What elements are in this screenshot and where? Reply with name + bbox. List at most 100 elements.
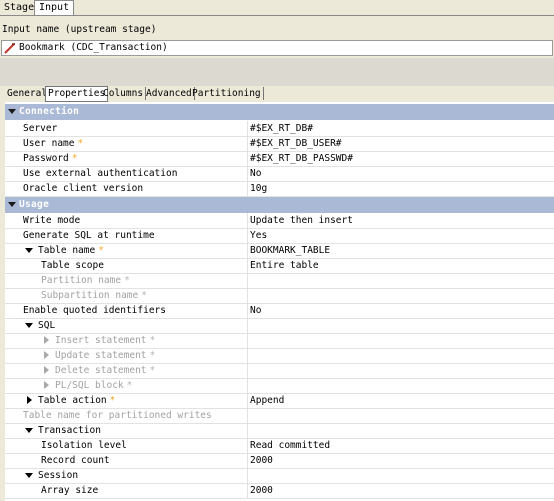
row-table-name[interactable]: Table name * BOOKMARK_TABLE bbox=[5, 243, 554, 259]
row-array-size[interactable]: Array size 2000 bbox=[5, 483, 554, 499]
required-marker: * bbox=[126, 380, 133, 391]
property-value[interactable]: Update then insert bbox=[250, 215, 353, 226]
property-label: Use external authentication bbox=[23, 168, 178, 179]
tab-advanced[interactable]: Advanced bbox=[144, 87, 195, 100]
property-label: Delete statement bbox=[55, 365, 147, 376]
section-title: Usage bbox=[19, 199, 50, 210]
property-value[interactable]: #$EX_RT_DB# bbox=[250, 123, 313, 134]
row-user-name[interactable]: User name * #$EX_RT_DB_USER# bbox=[5, 136, 554, 152]
stage-input-tabs: Stage Input bbox=[0, 0, 554, 16]
row-insert-statement: Insert statement * bbox=[5, 333, 554, 349]
section-usage[interactable]: Usage bbox=[5, 197, 554, 213]
row-sql[interactable]: SQL bbox=[5, 318, 554, 334]
input-name-label: Input name (upstream stage) bbox=[2, 24, 157, 35]
required-marker: * bbox=[141, 290, 147, 301]
property-label: Write mode bbox=[23, 215, 81, 226]
tab-stage[interactable]: Stage bbox=[0, 1, 38, 15]
row-write-mode[interactable]: Write mode Update then insert bbox=[5, 213, 554, 229]
required-marker: * bbox=[149, 335, 156, 346]
row-session[interactable]: Session bbox=[5, 468, 554, 484]
property-label: Password bbox=[23, 153, 69, 164]
row-subpartition-name: Subpartition name * bbox=[5, 288, 554, 304]
section-connection[interactable]: Connection bbox=[5, 104, 554, 120]
required-marker: * bbox=[71, 153, 78, 164]
property-label: Server bbox=[23, 123, 58, 134]
required-marker: * bbox=[149, 350, 156, 361]
property-label: Record count bbox=[41, 455, 110, 466]
expand-icon[interactable] bbox=[25, 473, 33, 478]
row-plsql-block: PL/SQL block * bbox=[5, 378, 554, 394]
spacer-band bbox=[0, 58, 554, 86]
property-label: Table name bbox=[38, 245, 96, 256]
expand-icon[interactable] bbox=[25, 323, 33, 328]
required-marker: * bbox=[109, 395, 116, 406]
property-label: Array size bbox=[41, 485, 99, 496]
required-marker: * bbox=[77, 138, 84, 149]
collapse-icon bbox=[8, 202, 16, 207]
row-table-scope[interactable]: Table scope Entire table bbox=[5, 258, 554, 274]
tab-divider bbox=[0, 15, 554, 16]
row-server[interactable]: Server #$EX_RT_DB# bbox=[5, 121, 554, 137]
tab-partitioning[interactable]: Partitioning bbox=[190, 87, 264, 100]
required-marker: * bbox=[124, 275, 130, 286]
property-label: Table scope bbox=[41, 260, 104, 271]
row-transaction[interactable]: Transaction bbox=[5, 423, 554, 439]
row-delete-statement: Delete statement * bbox=[5, 363, 554, 379]
expand-icon bbox=[44, 381, 49, 389]
property-value[interactable]: 2000 bbox=[250, 455, 273, 466]
required-marker: * bbox=[149, 365, 156, 376]
row-use-external-auth[interactable]: Use external authentication No bbox=[5, 166, 554, 182]
tab-columns[interactable]: Columns bbox=[101, 87, 147, 100]
property-value[interactable]: 10g bbox=[250, 183, 267, 194]
input-name-value: Bookmark (CDC_Transaction) bbox=[19, 42, 168, 53]
property-label: PL/SQL block bbox=[55, 380, 124, 391]
property-value[interactable]: #$EX_RT_DB_USER# bbox=[250, 138, 342, 149]
input-name-select[interactable]: Bookmark (CDC_Transaction) bbox=[1, 40, 553, 56]
row-table-action[interactable]: Table action * Append bbox=[5, 393, 554, 409]
expand-icon[interactable] bbox=[25, 428, 33, 433]
expand-icon bbox=[44, 336, 49, 344]
property-value[interactable]: Yes bbox=[250, 230, 267, 241]
tab-general[interactable]: General bbox=[5, 87, 51, 100]
collapse-icon bbox=[8, 109, 16, 114]
row-partition-name: Partition name * bbox=[5, 273, 554, 289]
property-label: Generate SQL at runtime bbox=[23, 230, 155, 241]
row-generate-sql[interactable]: Generate SQL at runtime Yes bbox=[5, 228, 554, 244]
row-table-name-partitioned: Table name for partitioned writes bbox=[5, 408, 554, 424]
property-label: User name bbox=[23, 138, 75, 149]
expand-icon[interactable] bbox=[25, 248, 33, 253]
row-update-statement: Update statement * bbox=[5, 348, 554, 364]
property-value[interactable]: No bbox=[250, 168, 261, 179]
row-isolation-level[interactable]: Isolation level Read committed bbox=[5, 438, 554, 454]
property-value[interactable]: 2000 bbox=[250, 485, 273, 496]
row-password[interactable]: Password * #$EX_RT_DB_PASSWD# bbox=[5, 151, 554, 167]
property-value[interactable]: #$EX_RT_DB_PASSWD# bbox=[250, 153, 353, 164]
property-value[interactable]: BOOKMARK_TABLE bbox=[250, 245, 330, 256]
property-label: Oracle client version bbox=[23, 183, 144, 194]
required-marker: * bbox=[98, 245, 104, 256]
section-title: Connection bbox=[19, 106, 80, 117]
tab-properties[interactable]: Properties bbox=[45, 86, 109, 102]
row-record-count[interactable]: Record count 2000 bbox=[5, 453, 554, 469]
tab-input[interactable]: Input bbox=[34, 0, 75, 16]
expand-icon[interactable] bbox=[27, 396, 32, 404]
property-value[interactable]: Entire table bbox=[250, 260, 319, 271]
property-label: Enable quoted identifiers bbox=[23, 305, 166, 316]
property-label: Partition name bbox=[41, 275, 122, 286]
row-oracle-client-version[interactable]: Oracle client version 10g bbox=[5, 181, 554, 197]
expand-icon bbox=[44, 351, 49, 359]
property-value[interactable]: Read committed bbox=[250, 440, 330, 451]
property-label: Table action bbox=[38, 395, 107, 406]
property-label: Subpartition name bbox=[41, 290, 139, 301]
property-value[interactable]: No bbox=[250, 305, 261, 316]
row-enable-quoted-identifiers[interactable]: Enable quoted identifiers No bbox=[5, 303, 554, 319]
link-icon bbox=[4, 43, 15, 54]
properties-grid: Connection Server #$EX_RT_DB# User name *… bbox=[5, 102, 554, 501]
property-label: Session bbox=[38, 470, 79, 481]
property-label: Update statement bbox=[55, 350, 147, 361]
property-label: Isolation level bbox=[41, 440, 127, 451]
property-value[interactable]: Append bbox=[250, 395, 284, 406]
property-label: Insert statement bbox=[55, 335, 147, 346]
property-label: SQL bbox=[38, 320, 56, 331]
property-label: Table name for partitioned writes bbox=[23, 410, 212, 421]
